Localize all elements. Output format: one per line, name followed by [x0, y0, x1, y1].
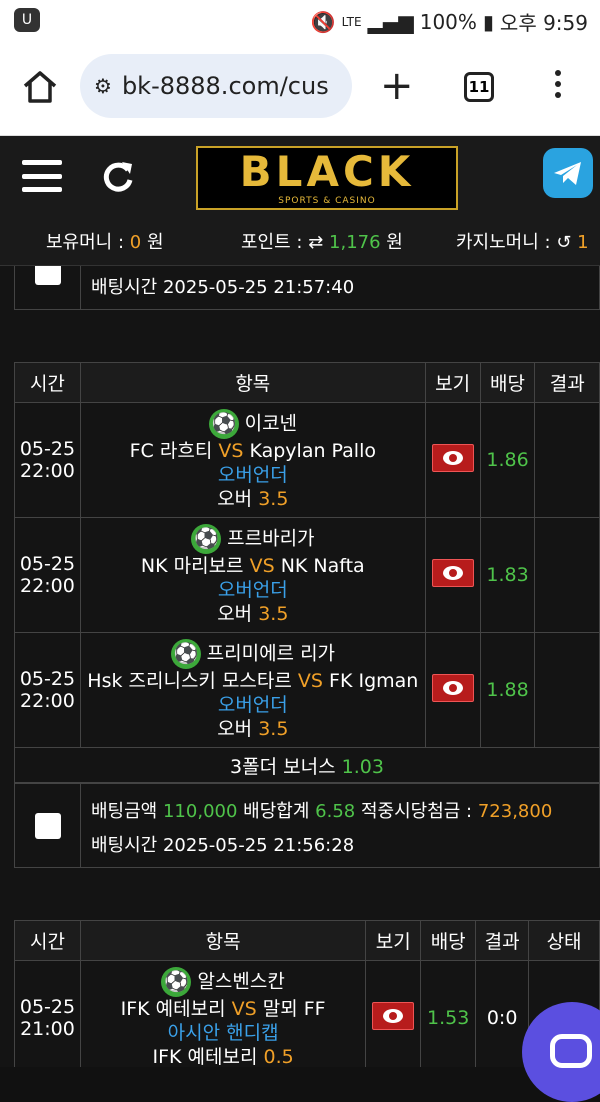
table-row: 05-2522:00 프리미에르 리가 Hsk 즈리니스키 모스타르 VS FK…	[14, 632, 600, 748]
home-icon[interactable]	[22, 70, 58, 104]
col-time: 시간	[14, 920, 81, 961]
new-tab-icon[interactable]: +	[380, 66, 414, 106]
logo-text: BLACK	[239, 147, 415, 196]
money-balance: 보유머니 : 0 원	[46, 232, 164, 253]
point-balance[interactable]: 포인트 : ⇄ 1,176 원	[241, 228, 403, 254]
browser-toolbar: ⚙ bk-8888.com/cus + 11	[0, 40, 600, 136]
bet-table-2: 시간 항목 보기 배당 결과 상태 05-2521:00 알스벤스칸 IFK 예…	[14, 920, 600, 1067]
hamburger-menu-icon[interactable]	[22, 160, 62, 192]
site-settings-icon[interactable]: ⚙	[94, 74, 112, 98]
select-checkbox[interactable]	[35, 813, 61, 839]
more-menu-icon[interactable]	[552, 70, 564, 98]
status-right: 🔇 LTE ▂▄▆ 100% ▮ 오후 9:59	[311, 7, 588, 36]
col-item: 항목	[79, 362, 426, 403]
table-row: 05-2522:00 프르바리가 NK 마리보르 VS NK Nafta 오버언…	[14, 517, 600, 633]
address-bar[interactable]: ⚙ bk-8888.com/cus	[80, 54, 352, 118]
bet-history: 배팅시간 2025-05-25 21:57:40 시간 항목 보기 배당 결과 …	[0, 266, 600, 1067]
view-eye-icon[interactable]	[431, 673, 474, 702]
col-odds: 배당	[479, 362, 536, 403]
col-view: 보기	[365, 920, 422, 961]
site-header: BLACK SPORTS & CASINO 보유머니 : 0 원 포인트 : ⇄…	[0, 136, 600, 266]
logo-subtext: SPORTS & CASINO	[278, 196, 376, 206]
battery-icon: ▮	[482, 9, 494, 34]
view-eye-icon[interactable]	[431, 443, 474, 472]
site-logo[interactable]: BLACK SPORTS & CASINO	[196, 146, 458, 210]
status-bar: U 🔇 LTE ▂▄▆ 100% ▮ 오후 9:59	[0, 0, 600, 40]
clock: 오후 9:59	[499, 11, 588, 35]
table-row: 05-2522:00 이코넨 FC 라흐티 VS Kapylan Pallo 오…	[14, 402, 600, 518]
col-result: 결과	[534, 362, 600, 403]
mute-icon: 🔇	[310, 9, 336, 34]
telegram-icon[interactable]	[543, 148, 593, 198]
refresh-small-icon: ↺	[556, 232, 572, 253]
col-view: 보기	[424, 362, 481, 403]
bet-slip-partial: 배팅시간 2025-05-25 21:57:40	[14, 266, 600, 310]
tab-switcher-button[interactable]: 11	[464, 72, 494, 102]
signal-icon: ▂▄▆	[367, 9, 414, 34]
url-text: bk-8888.com/cus	[121, 72, 329, 100]
view-eye-icon[interactable]	[431, 558, 474, 587]
view-eye-icon[interactable]	[372, 1001, 415, 1030]
battery-percent: 100%	[419, 9, 477, 34]
col-time: 시간	[14, 362, 81, 403]
exchange-icon: ⇄	[308, 232, 324, 253]
table-row: 05-2521:00 알스벤스칸 IFK 예테보리 VS 말뫼 FF 아시안 핸…	[14, 960, 600, 1067]
balance-bar: 보유머니 : 0 원 포인트 : ⇄ 1,176 원 카지노머니 : ↺ 1	[0, 228, 600, 258]
col-status: 상태	[528, 920, 600, 961]
col-odds: 배당	[420, 920, 477, 961]
app-notification-icon: U	[14, 8, 40, 32]
refresh-icon[interactable]	[98, 156, 138, 196]
bet-slip: 배팅금액 110,000 배당합계 6.58 적중시당첨금 : 723,800 …	[14, 782, 600, 868]
casino-balance[interactable]: 카지노머니 : ↺ 1	[456, 228, 589, 254]
soccer-icon	[208, 409, 239, 439]
bet-table-1: 시간 항목 보기 배당 결과 05-2522:00 이코넨 FC 라흐티 VS …	[14, 362, 600, 784]
bonus-row: 3폴더 보너스 1.03	[14, 747, 600, 784]
col-item: 항목	[79, 920, 367, 961]
soccer-icon	[161, 967, 192, 997]
col-result: 결과	[475, 920, 530, 961]
soccer-icon	[170, 639, 201, 669]
select-checkbox[interactable]	[35, 266, 61, 285]
network-label: LTE	[341, 14, 362, 29]
soccer-icon	[191, 524, 222, 554]
